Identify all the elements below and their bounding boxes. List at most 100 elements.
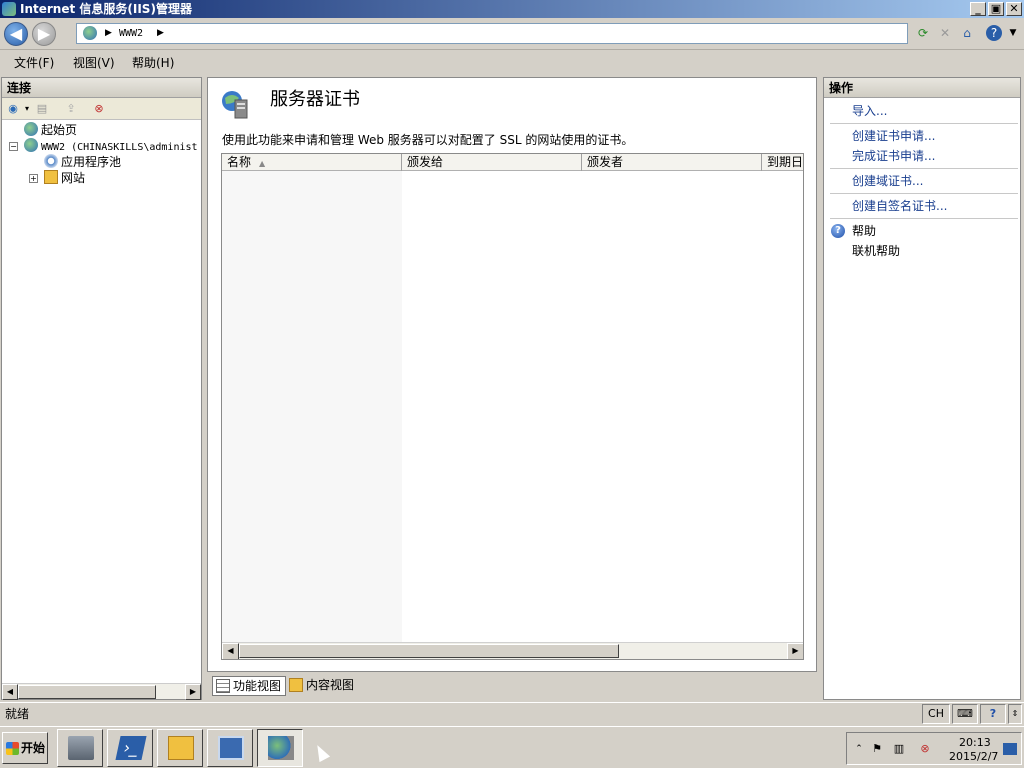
expand-icon[interactable]: + [29,174,38,183]
menu-file[interactable]: 文件(F) [14,55,54,71]
tree-item-app-pools[interactable]: 应用程序池 [44,154,121,170]
column-header-label: 名称 [227,155,252,169]
collapse-icon[interactable]: − [9,142,18,151]
menu-view[interactable]: 视图(V) [73,55,115,71]
scroll-thumb[interactable] [18,685,156,699]
start-label: 开始 [21,741,46,755]
breadcrumb-server[interactable]: WWW2 [119,24,143,43]
column-header-expiration[interactable]: 到期日 [762,154,803,171]
clock-date[interactable]: 2015/2/7 [949,750,998,763]
sorted-column-shade [222,171,402,643]
up-icon[interactable]: ⇪ [63,101,79,117]
sort-ascending-icon: ▲ [259,159,266,168]
back-button[interactable]: ◀ [4,22,28,46]
start-page-icon [24,122,38,136]
column-header-issued-to[interactable]: 颁发给 [402,154,582,171]
iis-manager-icon [2,2,16,16]
taskbar-explorer[interactable] [157,729,203,767]
chevron-up-icon[interactable]: ⌃ [851,741,867,757]
action-create-domain-certificate[interactable]: 创建域证书... [852,173,923,189]
sites-folder-icon [44,170,58,184]
action-create-self-signed-certificate[interactable]: 创建自签名证书... [852,198,947,214]
server-icon [24,138,38,152]
disconnect-icon[interactable]: ⊗ [91,101,107,117]
stop-icon[interactable]: ✕ [936,24,954,42]
ime-indicator[interactable]: CH [922,704,950,724]
actions-panel: 操作 导入... 创建证书申请... 完成证书申请... 创建域证书... 创建… [823,77,1021,700]
forward-button[interactable]: ▶ [32,22,56,46]
column-header-issued-by[interactable]: 颁发者 [582,154,762,171]
divider [830,168,1018,169]
app-pool-icon [44,154,58,168]
save-icon[interactable]: ▤ [34,101,50,117]
action-center-flag-icon[interactable]: ⚑ [869,741,885,757]
taskbar-server-manager[interactable] [57,729,103,767]
keyboard-icon[interactable]: ⌨ [952,704,978,724]
action-import[interactable]: 导入... [852,103,887,119]
list-header: 名称 ▲ 颁发给 颁发者 到期日 [222,154,803,171]
connections-hscroll[interactable]: ◀ ▶ [2,683,201,700]
action-help[interactable]: 帮助 [852,223,876,239]
taskbar-iis-manager[interactable] [257,729,303,767]
action-create-certificate-request[interactable]: 创建证书申请... [852,128,935,144]
chevron-down-icon[interactable]: ▼ [1004,24,1022,42]
tree-item-label: 起始页 [41,123,78,137]
certificates-list[interactable]: 名称 ▲ 颁发给 颁发者 到期日 ◀ ▶ [221,153,804,660]
scroll-left-icon[interactable]: ◀ [2,684,18,700]
tab-label: 内容视图 [306,678,355,692]
action-complete-certificate-request[interactable]: 完成证书申请... [852,148,935,164]
menu-help[interactable]: 帮助(H) [132,55,174,71]
connections-tree: 起始页 − WWW2 (CHINASKILLS\administ 应用程序池 +… [2,120,201,680]
help-dropdown-icon[interactable]: ? [986,25,1002,41]
taskbar-powershell[interactable]: ›_ [107,729,153,767]
address-toolbar: ◀ ▶ ▶ WWW2 ▶ ⟳ ✕ ⌂ ? ▼ [0,18,1024,50]
windows-logo-icon [6,742,19,755]
folder-icon [168,736,194,760]
chevron-down-icon[interactable]: ▾ [19,101,35,117]
connections-header: 连接 [2,78,201,98]
show-desktop-icon[interactable] [1003,743,1017,755]
column-header-name[interactable]: 名称 ▲ [222,154,402,171]
features-view-tab[interactable]: 功能视图 [212,676,287,696]
scroll-right-icon[interactable]: ▶ [787,643,803,659]
content-view-tab[interactable]: 内容视图 [286,676,358,696]
view-switcher: 功能视图 内容视图 [207,674,817,698]
minimize-button[interactable]: _ [970,2,986,16]
scroll-left-icon[interactable]: ◀ [222,643,239,659]
actions-header: 操作 [824,78,1020,98]
ime-help-icon[interactable]: ? [980,704,1006,724]
taskbar: 开始 ›_ ⌃ ⚑ ▥ ⊗ 20:13 2015/2/7 [0,726,1024,768]
list-hscroll[interactable]: ◀ ▶ [222,642,803,659]
title-bar: Internet 信息服务(IIS)管理器 _ ▣ ✕ [0,0,1024,18]
maximize-button[interactable]: ▣ [988,2,1004,16]
status-text: 就绪 [5,707,30,721]
divider [830,218,1018,219]
tree-item-sites[interactable]: 网站 [44,170,85,186]
taskbar-remote-desktop[interactable] [207,729,253,767]
refresh-icon[interactable]: ⟳ [914,24,932,42]
page-title: 服务器证书 [270,89,360,110]
iis-manager-icon [268,736,294,760]
remote-desktop-icon [218,736,244,760]
clock-time[interactable]: 20:13 [959,736,991,749]
breadcrumb-chevron-icon[interactable]: ▶ [157,24,164,43]
network-icon[interactable]: ▥ [891,741,907,757]
tab-label: 功能视图 [233,679,282,693]
action-online-help[interactable]: 联机帮助 [852,243,900,259]
menu-bar: 文件(F) 视图(V) 帮助(H) [0,52,1024,74]
powershell-icon: ›_ [115,736,147,760]
home-icon[interactable]: ⌂ [958,24,976,42]
tree-item-start-page[interactable]: 起始页 [24,122,77,138]
tree-item-label: 应用程序池 [61,155,122,169]
scroll-thumb[interactable] [239,644,619,658]
volume-muted-icon[interactable]: ⊗ [917,741,933,757]
server-certificates-icon [222,91,248,119]
close-button[interactable]: ✕ [1006,2,1022,16]
start-button[interactable]: 开始 [2,732,48,764]
scroll-right-icon[interactable]: ▶ [185,684,201,700]
breadcrumb-separator-icon[interactable]: ▶ [105,24,112,43]
feature-page: 服务器证书 使用此功能来申请和管理 Web 服务器可以对配置了 SSL 的网站使… [207,77,817,672]
page-description: 使用此功能来申请和管理 Web 服务器可以对配置了 SSL 的网站使用的证书。 [222,133,634,147]
address-bar[interactable]: ▶ WWW2 ▶ [76,23,908,44]
ime-options-icon[interactable]: ⇕ [1008,704,1022,724]
